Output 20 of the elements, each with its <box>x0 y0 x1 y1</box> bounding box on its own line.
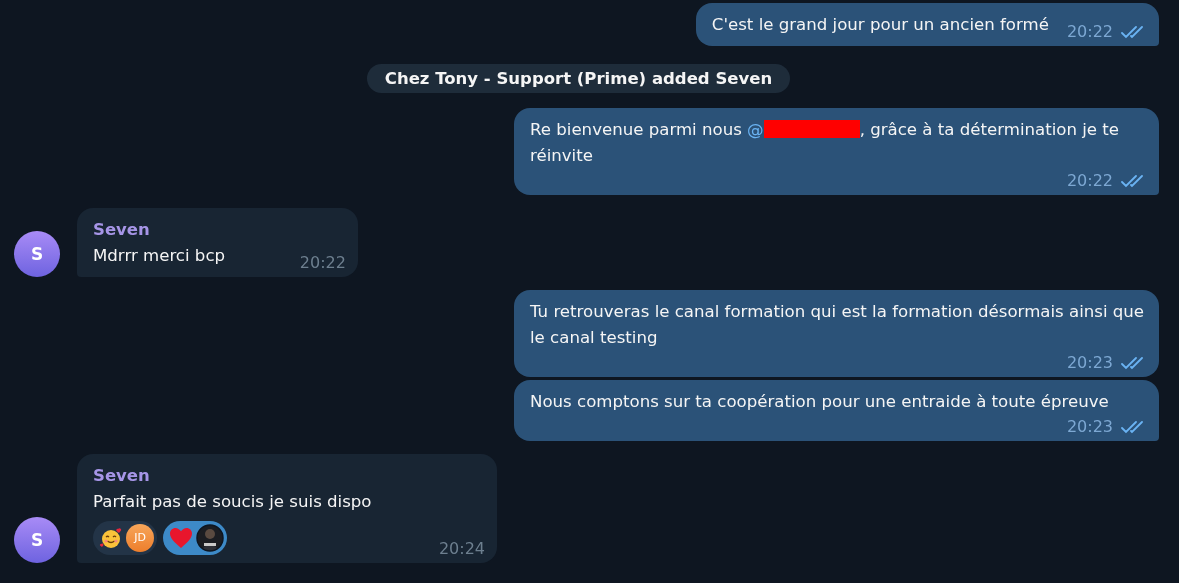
message-text: Mdrrr merci bcp <box>93 245 226 267</box>
message-time: 20:22 <box>1066 22 1113 42</box>
message-text: Nous comptons sur ta coopération pour une entraide à toute épreuve <box>530 391 1109 413</box>
message-time: 20:22 <box>1066 171 1113 191</box>
service-message: Chez Tony - Support (Prime) added Seven <box>366 64 791 93</box>
message-text: Tu retrouveras le canal formation qui est la formation désormais ainsi que le canal testing <box>530 301 1146 349</box>
message-text: C'est le grand jour pour un ancien formé <box>711 14 1049 36</box>
user-avatar: JD <box>126 524 154 552</box>
reaction-chip[interactable]: JD <box>93 521 157 555</box>
mention-link[interactable]: @ <box>747 120 764 139</box>
user-avatar[interactable]: S <box>14 517 60 563</box>
user-avatar[interactable]: S <box>14 231 60 277</box>
message-time: 20:24 <box>438 539 485 559</box>
message-time: 20:23 <box>1066 417 1113 437</box>
message-text: Parfait pas de soucis je suis dispo <box>93 491 372 513</box>
sender-name[interactable]: Seven <box>93 217 346 243</box>
message-text: Re bienvenue parmi nous @ , grâce à ta détermination je te réinvite <box>530 119 1121 167</box>
sender-name[interactable]: Seven <box>93 463 485 489</box>
message-time: 20:22 <box>299 253 346 273</box>
message-time: 20:23 <box>1066 353 1113 373</box>
